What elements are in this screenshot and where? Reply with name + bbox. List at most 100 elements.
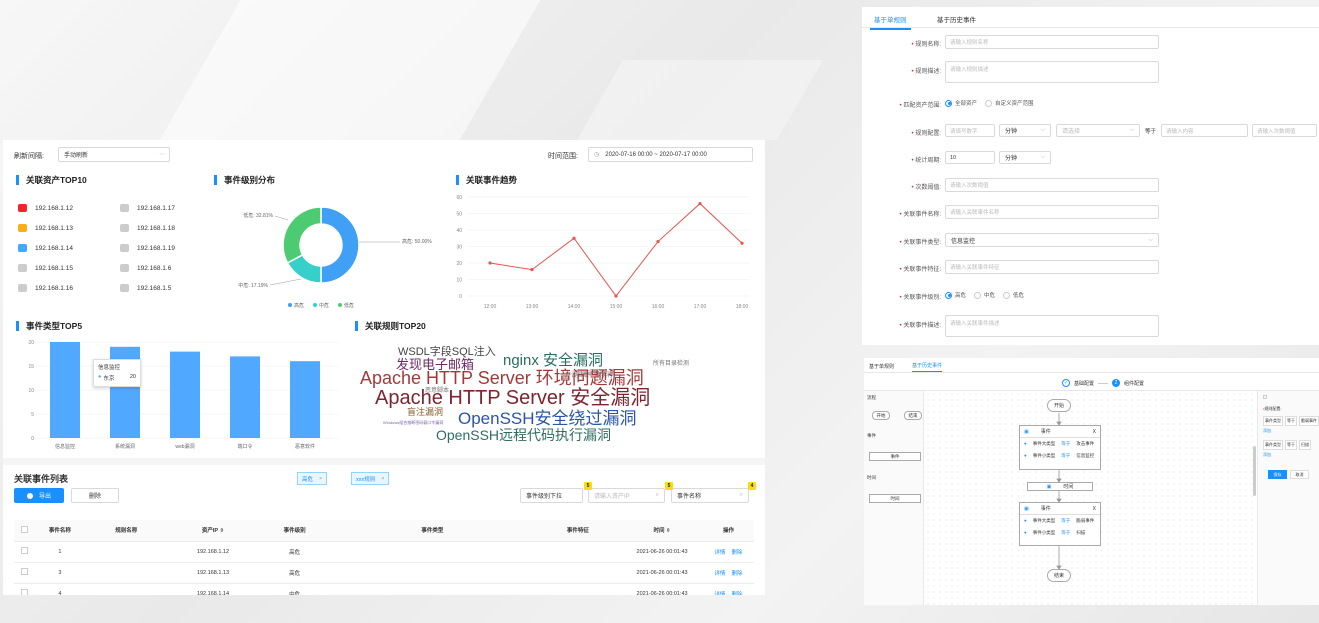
canvas-scrollbar[interactable]	[1253, 446, 1256, 496]
palette-event[interactable]: 事件	[869, 452, 921, 461]
cell-type	[330, 562, 535, 584]
close-icon[interactable]: ×	[381, 476, 384, 482]
scope-all-radio[interactable]: 全部资产	[945, 99, 977, 107]
detail-link[interactable]: 详情	[714, 571, 725, 577]
palette-end[interactable]: 结束	[904, 411, 922, 420]
period-input[interactable]: 10	[945, 151, 995, 164]
condition-field: 事件小类型	[1032, 530, 1056, 535]
delete-button[interactable]: 删除	[71, 488, 119, 503]
level-dropdown[interactable]: 事件级别下拉	[520, 488, 583, 503]
condition-value: 攻击事件	[1076, 441, 1095, 446]
condition-row: ● 事件大类型 等于 脆弱事件	[1020, 515, 1100, 527]
condition-field: 事件大类型	[1032, 441, 1056, 446]
select-all-checkbox[interactable]	[20, 525, 28, 533]
level-high-radio[interactable]: 高危	[945, 291, 966, 299]
filter-tag-rule[interactable]: xxx规则 ×	[351, 472, 390, 485]
palette-time[interactable]: 时间	[869, 494, 921, 503]
trophy-icon	[18, 204, 27, 212]
cancel-button[interactable]: 取消	[1290, 470, 1309, 479]
delete-link[interactable]: 删除	[731, 571, 742, 577]
tooltip-series: 东京	[103, 376, 115, 382]
level-mid-radio[interactable]: 中危	[974, 291, 995, 299]
flow-canvas[interactable]: 开始 ▣ 事件 X ● 事件大类型 等于 攻击事件 ● 事件小类型 等于 信息监控 ▣ 时间 ▣ 事件…	[925, 391, 1255, 605]
flow-node-start[interactable]: 开始	[1047, 399, 1071, 412]
delete-link[interactable]: 删除	[731, 550, 742, 556]
cell-asset-ip: 192.168.1.14	[167, 583, 259, 595]
step-component[interactable]: 组件配置	[1124, 380, 1144, 387]
flow-editor-panel: 基于单规则 基于历史事件 ✓ 基础配置 2 组件配置 流程 开始 结束 事件 事…	[864, 358, 1319, 605]
x-tick: 信息监控	[55, 443, 75, 450]
x-tick: 端口令	[237, 443, 252, 450]
level-low-radio[interactable]: 低危	[1003, 291, 1024, 299]
config-field-select[interactable]: 请选择 ⌵	[1056, 124, 1140, 137]
rule-value-select[interactable]: 脆弱事件	[1299, 416, 1319, 426]
palette-start[interactable]: 开始	[872, 411, 890, 420]
detail-link[interactable]: 详情	[714, 550, 725, 556]
row-select-cell	[14, 562, 35, 584]
column-header[interactable]: 时间 ⇳	[621, 520, 703, 542]
add-rule-link[interactable]: 添加	[1263, 428, 1271, 434]
row-checkbox[interactable]	[20, 547, 28, 554]
y-tick: 30	[456, 245, 462, 251]
filter-tag-high[interactable]: 高危 ×	[297, 472, 328, 485]
ev-desc-textarea[interactable]: 请输入关联事件描述	[945, 315, 1159, 337]
config-number-input[interactable]: 请填写数字	[945, 124, 995, 137]
close-icon[interactable]	[1263, 395, 1267, 399]
tooltip-value: 20	[129, 374, 136, 380]
time-range-picker[interactable]: ◷ 2020-07-16 00:00 ~ 2020-07-17 00:00	[588, 147, 753, 162]
rank-icon	[120, 224, 129, 232]
event-name-search[interactable]: 事件名称 ⌕	[671, 488, 749, 503]
palette-flow-title: 流程	[867, 395, 876, 400]
save-button[interactable]: 保存	[1268, 470, 1287, 479]
rule-value-select[interactable]: 扫描	[1299, 440, 1311, 450]
period-unit-select[interactable]: 分钟 ⌵	[999, 151, 1051, 164]
rule-desc-textarea[interactable]: 请输入规则描述	[945, 61, 1159, 83]
ev-type-select[interactable]: 信息监控 ⌵	[945, 233, 1159, 247]
rule-op-select[interactable]: 等于	[1285, 440, 1297, 450]
flow-node-event-1[interactable]: ▣ 事件 X ● 事件大类型 等于 攻击事件 ● 事件小类型 等于 信息监控	[1019, 425, 1101, 470]
close-icon[interactable]: X	[1093, 506, 1096, 512]
asset-item: 192.168.1.16	[18, 284, 73, 292]
config-threshold-input[interactable]: 请输入次数阈值	[1252, 124, 1317, 137]
rule-op-select[interactable]: 等于	[1285, 416, 1297, 426]
scope-custom-radio[interactable]: 自定义资产范围	[985, 99, 1034, 107]
row-checkbox[interactable]	[20, 589, 28, 595]
pie-slice	[320, 206, 360, 284]
cell-time: 2021-06-26 00:01:43	[621, 562, 703, 584]
row-checkbox[interactable]	[20, 568, 28, 575]
wordcloud-word: Apache HTTP Server 安全漏洞	[375, 387, 651, 409]
ev-feature-label: • 关联事件特征:	[899, 267, 941, 273]
close-icon[interactable]: X	[1093, 429, 1096, 435]
ev-feature-input[interactable]: 请输入关联事件特征	[945, 260, 1159, 274]
refresh-select[interactable]: 手动刷新 ⌵	[58, 147, 170, 162]
rule-name-input[interactable]: 请输入规则名称	[945, 35, 1159, 49]
types-bar-chart: 05101520信息监控 系统漏洞 web漏洞 端口令 恶意软件	[28, 340, 338, 450]
flow-node-event-2[interactable]: ▣ 事件 X ● 事件大类型 等于 脆弱事件 ● 事件小类型 等于 扫描	[1019, 502, 1101, 546]
config-unit-select[interactable]: 分钟 ⌵	[999, 124, 1051, 137]
config-content-input[interactable]: 请输入内容	[1161, 124, 1248, 137]
asset-ip-search[interactable]: 请输入资产IP ⌕	[588, 488, 665, 503]
export-button[interactable]: 导出	[14, 488, 64, 503]
legend-marker	[313, 303, 317, 307]
wordcloud-word: OpenSSH远程代码执行漏洞	[436, 427, 612, 443]
rule-field-select[interactable]: 事件类型	[1263, 440, 1283, 450]
ev-name-input[interactable]: 请输入关联事件名称	[945, 205, 1159, 219]
close-icon[interactable]: ×	[319, 476, 322, 482]
detail-link[interactable]: 详情	[714, 592, 725, 596]
rule-field-select[interactable]: 事件类型	[1263, 416, 1283, 426]
threshold-input[interactable]: 请输入次数阈值	[945, 178, 1159, 192]
flow-node-time[interactable]: ▣ 时间	[1027, 482, 1093, 491]
flow-edges	[1056, 413, 1062, 570]
flow-node-end[interactable]: 结束	[1047, 569, 1071, 582]
tab-history-event[interactable]: 基于历史事件	[937, 14, 976, 24]
column-header[interactable]: 资产IP ⇳	[167, 520, 259, 542]
step-basic[interactable]: 基础配置	[1074, 380, 1094, 387]
condition-op: 等于	[1061, 530, 1071, 535]
rank-icon	[120, 284, 129, 292]
flow-tab-single[interactable]: 基于单规则	[869, 363, 894, 370]
delete-link[interactable]: 删除	[731, 592, 742, 596]
asset-ip: 192.168.1.14	[35, 244, 73, 252]
flow-tab-history[interactable]: 基于历史事件	[912, 362, 943, 372]
cell-event-name: 4	[34, 583, 86, 595]
add-rule-link[interactable]: 添加	[1263, 452, 1271, 458]
